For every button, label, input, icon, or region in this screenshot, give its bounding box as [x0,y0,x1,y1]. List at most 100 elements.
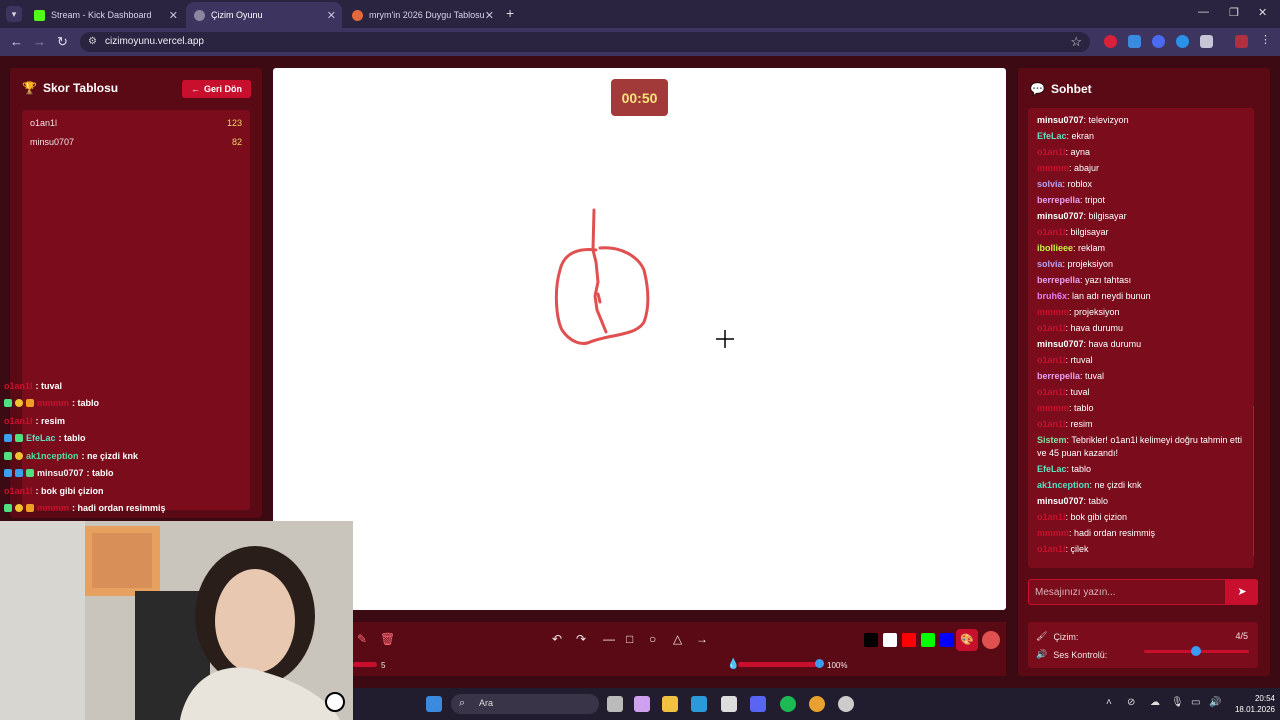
forward-arrow-icon[interactable]: → [33,34,46,49]
back-button-label: Geri Dön [203,84,242,94]
close-window-icon[interactable]: ✕ [1258,6,1267,19]
volume-slider-thumb[interactable] [1191,646,1201,656]
chat-message: mmmm: projeksiyon [1037,306,1247,319]
chat-username: solvia [1037,259,1063,269]
back-button[interactable]: ← Geri Dön [182,80,251,98]
badge-icon [4,399,12,407]
volume-icon[interactable]: 🔊 [1209,697,1221,708]
chat-username: mmmm [1037,528,1070,538]
tab-label: Stream - Kick Dashboard [51,10,152,20]
color-swatch-green[interactable] [921,633,935,647]
chat-text: tuval [1070,387,1090,397]
chat-text: reklam [1078,243,1106,253]
extension-icon[interactable] [1152,35,1165,48]
tray-icon[interactable]: ☁ [1150,697,1160,708]
chat-text: bilgisayar [1070,227,1109,237]
triangle-tool-icon[interactable]: △ [673,632,682,646]
restore-icon[interactable]: ❐ [1229,6,1239,19]
scoreboard-title: 🏆 Skor Tablosu [22,81,118,95]
menu-dots-icon[interactable]: ⋮ [1260,33,1273,46]
settings-icon[interactable] [838,696,854,712]
tab-duygu-tablosu[interactable]: mrym'in 2026 Duygu Tablosu ✕ [344,2,500,28]
chat-message: o1an1l: çilek [1037,543,1247,556]
drawing-canvas[interactable]: 00:50 [273,68,1006,610]
extension-icon[interactable] [1176,35,1189,48]
close-icon[interactable]: ✕ [327,9,336,22]
chat-username: minsu0707 [1037,211,1084,221]
chat-username: o1an1l [1037,512,1066,522]
send-button[interactable]: ➤ [1226,579,1258,605]
chat-username: minsu0707 [1037,496,1084,506]
spotify-icon[interactable] [780,696,796,712]
score-row: minsu0707 82 [22,137,250,156]
system-clock[interactable]: 20:54 18.01.2026 [1227,693,1275,715]
task-view-icon[interactable] [607,696,623,712]
webcam-feed [0,521,353,720]
bookmark-star-icon[interactable]: ☆ [1070,34,1082,50]
close-icon[interactable]: ✕ [485,9,494,22]
chrome-icon[interactable] [809,696,825,712]
edge-icon[interactable] [691,696,707,712]
trash-icon[interactable]: 🗑 [380,632,395,646]
reload-icon[interactable]: ↻ [57,34,68,50]
chat-text: tablo [1071,464,1092,474]
new-tab-icon[interactable]: + [506,5,514,21]
minimize-icon[interactable]: — [1198,6,1209,18]
chat-text: bilgisayar [1088,211,1127,221]
redo-icon[interactable]: ↷ [576,632,586,646]
url-field[interactable]: ⚙ cizimoyunu.vercel.app ☆ [80,32,1090,52]
color-swatch-blue[interactable] [940,633,954,647]
drawing-toolbar: ✎ 🗑 ↶ ↷ — □ ○ △ → 🎨 5 💧 100% [353,622,1006,676]
chat-messages[interactable]: minsu0707: televizyon EfeLac: ekran o1an1l… [1028,108,1254,568]
tray-overflow-icon[interactable]: ˄ [1106,697,1112,708]
tab-cizim-oyunu[interactable]: Çizim Oyunu ✕ [186,2,342,28]
opacity-slider-thumb[interactable] [815,659,824,668]
arrow-tool-icon[interactable]: → [696,632,708,646]
extension-icon[interactable] [1128,35,1141,48]
tab-search-icon[interactable]: ▾ [6,6,22,22]
windows-taskbar: ⌕ Ara ˄ ⊘ ☁ 🎙 ▭ 🔊 20:54 18.01.2026 [353,688,1280,720]
store-icon[interactable] [721,696,737,712]
color-swatch-white[interactable] [883,633,897,647]
chat-text: bok gibi çizion [1070,512,1128,522]
color-swatch-red[interactable] [902,633,916,647]
stream-chat-line: o1an1l: resim [4,416,65,426]
circle-tool-icon[interactable]: ○ [649,632,656,646]
tab-kick-dashboard[interactable]: Stream - Kick Dashboard ✕ [26,2,184,28]
eyedropper-icon[interactable]: ✎ [357,632,367,646]
color-swatch-black[interactable] [864,633,878,647]
discord-icon[interactable] [750,696,766,712]
undo-icon[interactable]: ↶ [552,632,562,646]
avatar[interactable] [1235,35,1248,48]
rectangle-tool-icon[interactable]: □ [626,632,633,646]
site-info-icon[interactable]: ⚙ [88,36,97,47]
network-icon[interactable]: ▭ [1191,697,1200,708]
palette-button[interactable]: 🎨 [956,629,978,651]
chat-username: o1an1l [1037,147,1066,157]
start-menu-icon[interactable] [426,696,442,712]
message-input[interactable]: Mesajınızı yazın... [1028,579,1226,605]
chat-text: : ne çizdi knk [81,451,139,461]
chat-message: o1an1l: resim [1037,418,1247,431]
clock-time: 20:54 [1254,694,1275,703]
line-tool-icon[interactable]: — [603,632,615,646]
tray-icon[interactable]: ⊘ [1127,697,1135,708]
file-explorer-icon[interactable] [662,696,678,712]
taskbar-search[interactable]: ⌕ Ara [451,694,599,714]
opacity-slider[interactable] [738,662,820,667]
crown-icon [26,399,34,407]
chat-user: o1an1l [4,486,33,496]
back-arrow-icon[interactable]: ← [10,34,23,49]
puzzle-icon[interactable] [1200,35,1213,48]
microphone-icon[interactable]: 🎙 [1171,697,1184,708]
copilot-icon[interactable] [634,696,650,712]
chat-message: berrepella: tripot [1037,194,1247,207]
extension-icon[interactable] [1104,35,1117,48]
brush-size-slider[interactable] [353,662,377,667]
chat-scrollbar[interactable] [1253,406,1254,556]
close-icon[interactable]: ✕ [169,9,178,22]
kick-icon [34,9,45,21]
current-color-indicator[interactable] [982,631,1000,649]
chat-text: hava durumu [1088,339,1142,349]
chat-text: : tuval [35,381,63,391]
